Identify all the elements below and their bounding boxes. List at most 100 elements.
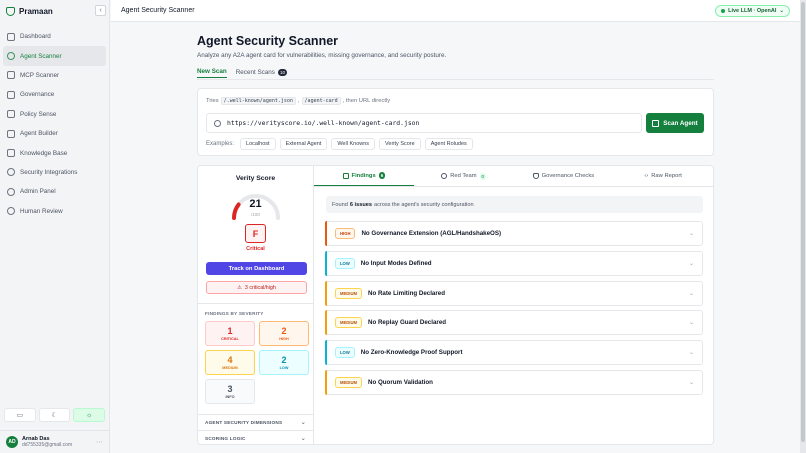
scan-card: Tries /.well-known/agent.json , /agent-c…	[197, 88, 714, 156]
sidebar-item-human-review[interactable]: Human Review	[3, 202, 106, 221]
tab-findings[interactable]: Findings 6	[314, 166, 414, 186]
sidebar-item-label: MCP Scanner	[20, 71, 60, 79]
score-out-of: /100	[251, 212, 260, 217]
tabs-divider	[197, 79, 714, 80]
page-subtitle: Analyze any A2A agent card for vulnerabi…	[197, 52, 447, 59]
example-button[interactable]: External Agent	[279, 138, 328, 150]
section-label: SCORING LOGIC	[205, 436, 246, 441]
severity-title: FINDINGS BY SEVERITY	[205, 311, 264, 316]
grade-badge: F	[245, 224, 266, 243]
example-button[interactable]: Agent Roludes	[424, 138, 473, 150]
tab-raw-report[interactable]: ‹› Raw Report	[613, 166, 713, 186]
network-icon	[7, 71, 15, 80]
avatar: AD	[6, 436, 18, 448]
shield-icon	[6, 6, 15, 16]
severity-pill: MEDIUM	[335, 317, 362, 328]
scan-icon	[652, 119, 660, 127]
moon-icon[interactable]: ☾	[38, 408, 71, 422]
finding-item[interactable]: HIGH No Governance Extension (AGL/Handsh…	[325, 221, 703, 246]
findings-summary: Found 6 issues across the agent's securi…	[326, 196, 703, 213]
finding-title: No Quorum Validation	[367, 379, 433, 386]
sidebar-item-security-integrations[interactable]: Security Integrations	[3, 163, 106, 182]
agent-security-dimensions-toggle[interactable]: AGENT SECURITY DIMENSIONS ⌄	[198, 414, 313, 430]
example-button[interactable]: Well Knowns	[331, 138, 376, 150]
sidebar-item-policy-sense[interactable]: Policy Sense	[3, 105, 106, 124]
sidebar-item-agent-builder[interactable]: Agent Builder	[3, 124, 106, 143]
tab-governance-checks[interactable]: Governance Checks	[514, 166, 614, 186]
monitor-icon[interactable]: ▭	[4, 408, 36, 422]
tab-new-scan[interactable]: New Scan	[197, 66, 227, 78]
gear-icon	[7, 187, 15, 196]
code-icon: ‹›	[644, 173, 649, 179]
brand[interactable]: Pramaan	[0, 0, 109, 22]
tab-label: New Scan	[197, 68, 227, 75]
tab-red-team[interactable]: Red Team 0	[414, 166, 514, 186]
severity-critical: 1 CRITICAL	[205, 321, 255, 346]
agent-url-input[interactable]: https://verityscore.io/.well-known/agent…	[206, 113, 642, 133]
section-label: AGENT SECURITY DIMENSIONS	[205, 420, 283, 425]
tab-recent-scans[interactable]: Recent Scans 10	[236, 66, 287, 78]
examples-row: Examples: Localhost External Agent Well …	[206, 138, 473, 150]
example-button[interactable]: Localhost	[240, 138, 276, 150]
severity-label: MEDIUM	[222, 366, 238, 370]
sidebar-item-label: Human Review	[20, 207, 63, 215]
finding-item[interactable]: MEDIUM No Replay Guard Declared ⌄	[325, 310, 703, 335]
sidebar-item-dashboard[interactable]: Dashboard	[3, 27, 106, 46]
separator: ,	[297, 98, 300, 104]
score-title: Verity Score	[235, 175, 276, 182]
scoring-logic-toggle[interactable]: SCORING LOGIC ⌄	[198, 430, 313, 446]
scan-button-label: Scan Agent	[663, 119, 698, 127]
tab-label: Red Team	[450, 173, 477, 179]
sidebar-item-governance[interactable]: Governance	[3, 85, 106, 104]
scan-tabs: New Scan Recent Scans 10	[197, 66, 287, 78]
chevron-down-icon: ⌄	[688, 231, 694, 237]
severity-count: 4	[227, 355, 233, 365]
user-profile[interactable]: AD Arnab Das dd755335@gmail.com ⋯	[0, 430, 109, 453]
score-panel: Verity Score 2 1 /100 F Critical Track on…	[197, 165, 314, 445]
severity-count: 2	[281, 355, 287, 365]
severity-count: 1	[227, 326, 233, 336]
agent-url-value[interactable]: https://verityscore.io/.well-known/agent…	[227, 119, 419, 127]
sidebar: Pramaan ‹ Dashboard Agent Scanner MCP Sc…	[0, 0, 110, 453]
page-scrollbar[interactable]	[800, 0, 806, 453]
chevron-down-icon: ⌄	[688, 320, 694, 326]
sidebar-item-agent-scanner[interactable]: Agent Scanner	[3, 46, 106, 66]
severity-stripe	[325, 221, 327, 246]
finding-item[interactable]: LOW No Zero-Knowledge Proof Support ⌄	[325, 340, 703, 365]
sidebar-item-label: Agent Builder	[20, 130, 58, 138]
topbar-title: Agent Security Scanner	[121, 7, 195, 14]
status-dot-icon	[721, 8, 726, 13]
finding-title: No Rate Limiting Declared	[367, 290, 445, 297]
track-on-dashboard-button[interactable]: Track on Dashboard	[206, 262, 307, 275]
topbar: Agent Security Scanner Live LLM · OpenAI…	[111, 0, 800, 22]
grade-label: Critical	[246, 246, 265, 252]
book-icon	[7, 149, 15, 158]
shield-icon	[7, 90, 15, 99]
more-icon[interactable]: ⋯	[96, 438, 103, 446]
severity-stripe	[325, 281, 327, 306]
llm-status-pill[interactable]: Live LLM · OpenAI ⌄	[715, 4, 790, 17]
sidebar-item-mcp-scanner[interactable]: MCP Scanner	[3, 66, 106, 85]
collapse-sidebar-button[interactable]: ‹	[95, 5, 106, 16]
wrench-icon	[7, 129, 15, 138]
finding-item[interactable]: MEDIUM No Rate Limiting Declared ⌄	[325, 281, 703, 306]
sidebar-item-label: Admin Panel	[20, 188, 56, 196]
chevron-down-icon: ⌄	[688, 350, 694, 356]
example-button[interactable]: Verity Score	[379, 138, 421, 150]
scan-agent-button[interactable]: Scan Agent	[646, 113, 704, 133]
scrollbar-thumb[interactable]	[801, 2, 805, 442]
sidebar-item-admin-panel[interactable]: Admin Panel	[3, 182, 106, 201]
severity-stripe	[325, 340, 327, 365]
sun-icon[interactable]: ☼	[73, 408, 106, 422]
chevron-down-icon: ⌄	[779, 7, 784, 14]
sidebar-item-knowledge-base[interactable]: Knowledge Base	[3, 143, 106, 162]
finding-item[interactable]: MEDIUM No Quorum Validation ⌄	[325, 370, 703, 395]
sidebar-nav: Dashboard Agent Scanner MCP Scanner Gove…	[3, 27, 106, 221]
severity-pill: MEDIUM	[335, 288, 362, 299]
severity-stripe	[325, 251, 327, 276]
severity-medium: 4 MEDIUM	[205, 350, 255, 375]
chevron-down-icon: ⌄	[688, 380, 694, 386]
finding-item[interactable]: LOW No Input Modes Defined ⌄	[325, 251, 703, 276]
examples-label: Examples:	[206, 141, 235, 147]
severity-low: 2 LOW	[259, 350, 309, 375]
